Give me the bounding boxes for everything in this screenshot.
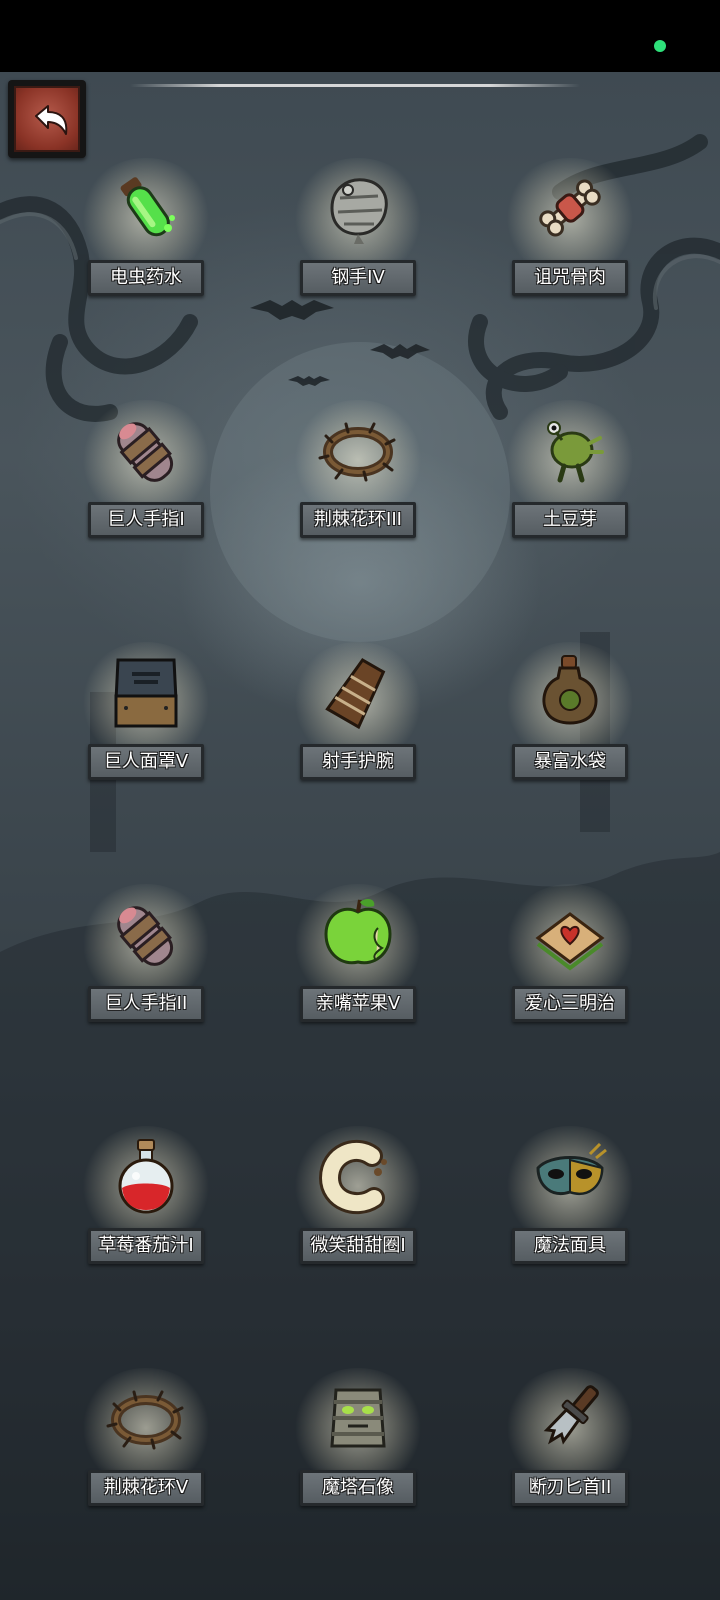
item-cell[interactable]: 诅咒骨肉 bbox=[495, 158, 645, 318]
item-label: 巨人手指I bbox=[88, 502, 204, 538]
item-label: 荆棘花环V bbox=[88, 1470, 204, 1506]
red-juice-flask-icon bbox=[118, 1139, 174, 1214]
heart-sandwich-icon bbox=[535, 912, 605, 971]
item-cell[interactable]: 暴富水袋 bbox=[495, 642, 645, 802]
item-label: 射手护腕 bbox=[300, 744, 416, 780]
bitten-green-apple-icon bbox=[324, 899, 392, 965]
item-cell[interactable]: 爱心三明治 bbox=[495, 884, 645, 1044]
item-label: 断刃匕首II bbox=[512, 1470, 628, 1506]
archer-bracer-icon bbox=[325, 658, 386, 730]
item-grid: 电虫药水 钢手IV 诅咒骨肉 巨人手指I 荆棘花环III 土豆芽 巨人面罩V 射… bbox=[0, 72, 720, 1600]
status-bar bbox=[0, 0, 720, 72]
item-label: 微笑甜甜圈I bbox=[300, 1228, 416, 1264]
green-potion-vial-icon bbox=[120, 177, 175, 237]
item-cell[interactable]: 荆棘花环V bbox=[71, 1368, 221, 1528]
item-cell[interactable]: 电虫药水 bbox=[71, 158, 221, 318]
thorn-wreath-icon bbox=[318, 422, 396, 482]
item-cell[interactable]: 钢手IV bbox=[283, 158, 433, 318]
item-cell[interactable]: 土豆芽 bbox=[495, 400, 645, 560]
item-cell[interactable]: 亲嘴苹果V bbox=[283, 884, 433, 1044]
item-cell[interactable]: 草莓番茄汁I bbox=[71, 1126, 221, 1286]
item-label: 暴富水袋 bbox=[512, 744, 628, 780]
item-label: 诅咒骨肉 bbox=[512, 260, 628, 296]
item-label: 钢手IV bbox=[300, 260, 416, 296]
item-label: 荆棘花环III bbox=[300, 502, 416, 538]
item-cell[interactable]: 魔法面具 bbox=[495, 1126, 645, 1286]
item-label: 魔塔石像 bbox=[300, 1470, 416, 1506]
giant-mask-icon bbox=[114, 658, 178, 728]
tower-stone-statue-icon bbox=[330, 1388, 386, 1448]
item-collection-screen: 电虫药水 钢手IV 诅咒骨肉 巨人手指I 荆棘花环III 土豆芽 巨人面罩V 射… bbox=[0, 72, 720, 1600]
item-label: 电虫药水 bbox=[88, 260, 204, 296]
item-label: 巨人手指II bbox=[88, 986, 204, 1022]
item-label: 草莓番茄汁I bbox=[88, 1228, 204, 1264]
item-label: 爱心三明治 bbox=[512, 986, 628, 1022]
potato-sprout-icon bbox=[547, 421, 604, 483]
status-indicator-dot bbox=[654, 40, 666, 52]
item-cell[interactable]: 巨人手指II bbox=[71, 884, 221, 1044]
cursed-bone-meat-icon bbox=[539, 179, 601, 237]
magic-mask-icon bbox=[536, 1142, 607, 1195]
broken-dagger-icon bbox=[543, 1385, 599, 1445]
steel-gauntlet-icon bbox=[330, 178, 388, 244]
item-cell[interactable]: 微笑甜甜圈I bbox=[283, 1126, 433, 1286]
item-cell[interactable]: 射手护腕 bbox=[283, 642, 433, 802]
item-label: 巨人面罩V bbox=[88, 744, 204, 780]
item-label: 亲嘴苹果V bbox=[300, 986, 416, 1022]
item-label: 土豆芽 bbox=[512, 502, 628, 538]
thorn-wreath-icon bbox=[106, 1390, 184, 1450]
water-flask-icon bbox=[542, 655, 598, 725]
giant-finger-icon bbox=[117, 906, 174, 966]
item-label: 魔法面具 bbox=[512, 1228, 628, 1264]
item-cell[interactable]: 巨人手指I bbox=[71, 400, 221, 560]
item-cell[interactable]: 断刃匕首II bbox=[495, 1368, 645, 1528]
giant-finger-icon bbox=[117, 422, 174, 482]
item-cell[interactable]: 巨人面罩V bbox=[71, 642, 221, 802]
smile-donut-icon bbox=[318, 1140, 387, 1215]
item-cell[interactable]: 魔塔石像 bbox=[283, 1368, 433, 1528]
item-cell[interactable]: 荆棘花环III bbox=[283, 400, 433, 560]
